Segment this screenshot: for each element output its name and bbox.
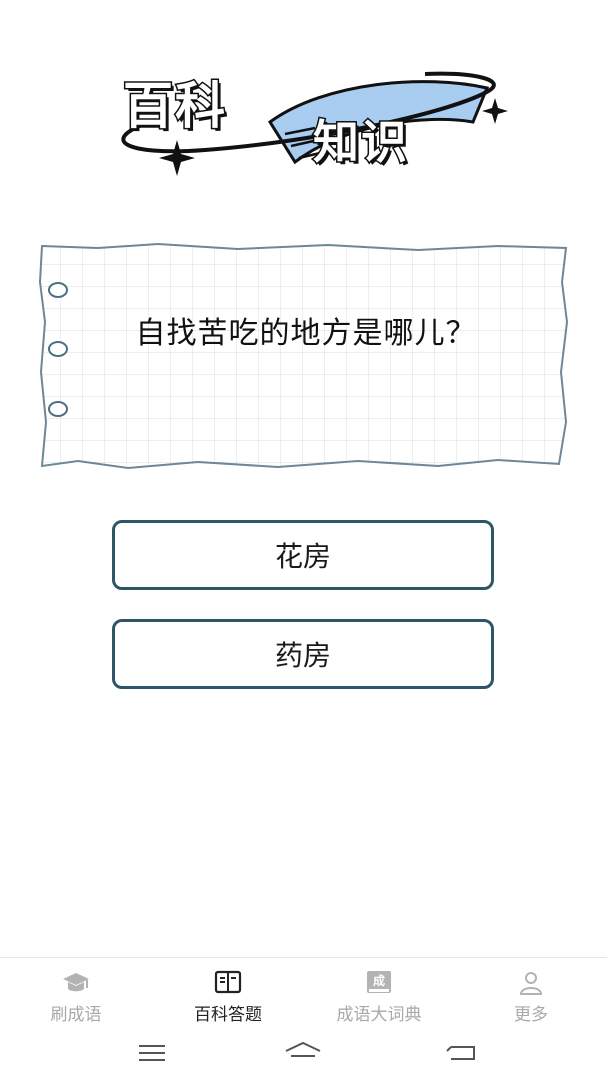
book-icon <box>214 970 242 994</box>
tab-idiom-dictionary[interactable]: 成 成语大词典 <box>314 958 444 1028</box>
back-button[interactable] <box>442 1038 482 1068</box>
dictionary-icon: 成 <box>367 971 391 993</box>
person-icon <box>519 972 543 995</box>
back-icon <box>446 1046 475 1060</box>
bottom-tab-bar: 刷成语 百科答题 成 成语大词典 更多 <box>0 957 607 1029</box>
home-icon <box>285 1041 321 1057</box>
answer-option-1[interactable]: 花房 <box>112 520 494 590</box>
app-logo: 百科 知识 <box>95 62 515 182</box>
graduation-cap-icon <box>63 973 89 992</box>
logo-text-line2: 知识 <box>312 114 409 171</box>
tab-label: 刷成语 <box>50 1005 102 1025</box>
tab-more[interactable]: 更多 <box>466 958 596 1028</box>
home-button[interactable] <box>283 1038 323 1068</box>
logo-text-line1: 百科 <box>122 76 227 137</box>
menu-button[interactable] <box>132 1038 172 1068</box>
question-card: 自找苦吃的地方是哪儿？ <box>38 242 570 470</box>
tab-label: 成语大词典 <box>336 1005 422 1025</box>
tab-idioms-practice[interactable]: 刷成语 <box>11 958 141 1028</box>
menu-icon <box>139 1045 165 1061</box>
answer-option-2[interactable]: 药房 <box>112 619 494 689</box>
tab-label: 百科答题 <box>194 1005 262 1025</box>
tab-label: 更多 <box>514 1005 548 1025</box>
dictionary-icon-char: 成 <box>373 973 385 988</box>
tab-encyclopedia-quiz[interactable]: 百科答题 <box>163 958 293 1028</box>
system-navigation-bar <box>0 1030 607 1080</box>
question-text: 自找苦吃的地方是哪儿？ <box>135 316 477 351</box>
